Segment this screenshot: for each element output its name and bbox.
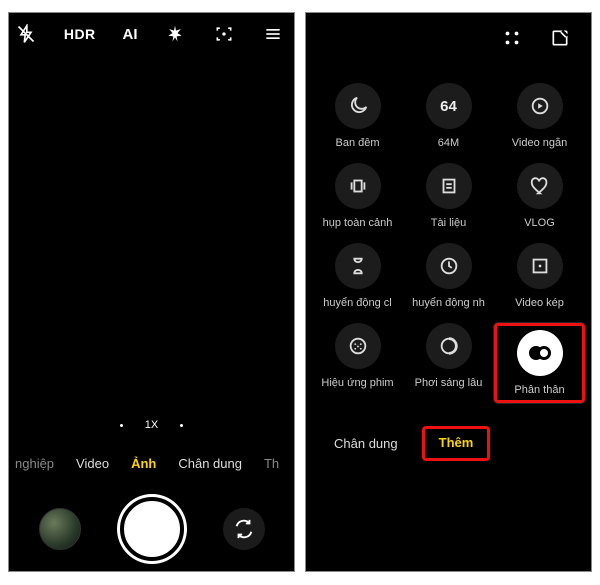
mode-64m[interactable]: 64 64M [403,83,494,149]
zoom-dot-tele[interactable] [180,424,183,427]
mode-label: hụp toàn cảnh [323,217,393,229]
mode-portrait[interactable]: Chân dung [334,436,398,451]
mode-label: Tài liệu [431,217,466,229]
mode-panorama[interactable]: hụp toàn cảnh [312,163,403,229]
ai-toggle[interactable]: AI [123,26,138,43]
camera-main-screen: HDR AI [8,12,295,572]
gallery-thumbnail[interactable] [39,508,81,550]
mode-documents[interactable]: Tài liệu [403,163,494,229]
mode-label: huyển động cl [323,297,392,309]
panorama-icon [347,175,369,197]
vlog-heart-icon [529,175,551,197]
mode-vlog[interactable]: VLOG [494,163,585,229]
timelapse-icon [438,255,460,277]
mode-portrait[interactable]: Chân dung [178,456,242,471]
mode-extra[interactable]: Th [264,456,279,471]
mode-label: Video ngắn [512,137,567,149]
google-lens-icon[interactable] [213,23,235,45]
mode-clone-highlighted[interactable]: Phân thân [494,323,585,403]
mode-night[interactable]: Ban đêm [312,83,403,149]
camera-more-modes-screen: Ban đêm 64 64M Video ngắn [305,12,592,572]
64m-icon: 64 [440,98,457,115]
hdr-toggle[interactable]: HDR [64,26,96,42]
mode-selector[interactable]: nghiệp Video Ảnh Chân dung Th [9,456,294,471]
edit-icon[interactable] [549,27,571,49]
clone-icon [529,344,551,362]
hourglass-icon [347,255,369,277]
long-exposure-icon [438,335,460,357]
zoom-dot-wide[interactable] [120,424,123,427]
moon-icon [347,95,369,117]
mode-label: VLOG [524,217,555,229]
filters-icon[interactable] [164,23,186,45]
mode-long-exposure[interactable]: Phơi sáng lâu [403,323,494,403]
mode-timelapse[interactable]: huyển động nh [403,243,494,309]
mode-dual-video[interactable]: Video kép [494,243,585,309]
mode-pro[interactable]: nghiệp [15,456,54,471]
layout-grid-icon[interactable] [501,27,523,49]
document-icon [438,175,460,197]
mode-label: Hiệu ứng phim [321,377,393,389]
flash-off-icon[interactable] [15,23,37,45]
viewfinder[interactable] [9,55,294,431]
mode-selector[interactable]: Chân dung Thêm [306,426,591,461]
top-controls-right [306,13,591,55]
zoom-controls[interactable]: 1X [9,419,294,431]
mode-label: Phơi sáng lâu [415,377,483,389]
mode-short-video[interactable]: Video ngắn [494,83,585,149]
mode-slow-motion[interactable]: huyển động cl [312,243,403,309]
mode-label: Ban đêm [335,137,379,149]
mode-label: huyển động nh [412,297,485,309]
mode-label: Video kép [515,297,564,309]
mode-label: Phân thân [514,384,564,396]
play-circle-icon [529,95,551,117]
shutter-button[interactable] [120,497,184,561]
switch-camera-button[interactable] [223,508,265,550]
top-controls: HDR AI [9,13,294,51]
mode-more-highlighted[interactable]: Thêm [422,426,491,461]
zoom-value[interactable]: 1X [145,419,158,431]
mode-video[interactable]: Video [76,456,109,471]
effects-icon [347,335,369,357]
hamburger-menu-icon[interactable] [262,23,284,45]
dual-video-icon [529,255,551,277]
mode-photo[interactable]: Ảnh [131,456,156,471]
modes-grid: Ban đêm 64 64M Video ngắn [312,83,585,403]
mode-label: 64M [438,137,459,149]
bottom-bar [9,497,294,561]
mode-movie-effects[interactable]: Hiệu ứng phim [312,323,403,403]
